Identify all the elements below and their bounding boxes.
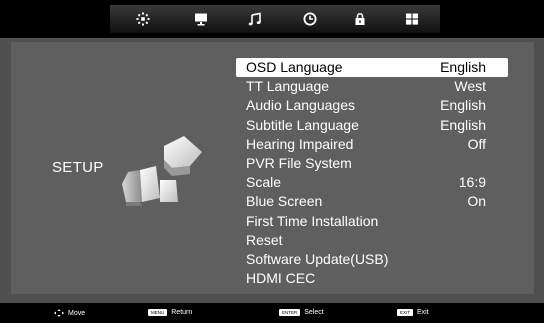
menu-item-first-time-installation[interactable]: First Time Installation (236, 212, 508, 231)
menu-item-audio-languages[interactable]: Audio Languages English (236, 96, 508, 115)
picture-icon (136, 12, 150, 26)
tab-sound[interactable] (231, 5, 279, 33)
tab-strip (110, 5, 440, 33)
menu-item-label: Scale (246, 174, 282, 191)
tab-setup[interactable] (388, 5, 436, 33)
menu-item-blue-screen[interactable]: Blue Screen On (236, 192, 508, 211)
clock-icon (303, 12, 317, 26)
hint-exit-label: Exit (417, 309, 429, 316)
menu-item-label: TT Language (246, 78, 330, 95)
menu-item-tt-language[interactable]: TT Language West (236, 77, 508, 96)
menu-item-osd-language[interactable]: OSD Language English (236, 58, 508, 78)
hint-move-label: Move (68, 309, 86, 317)
hint-move: Move (54, 309, 85, 317)
menu-item-value: English (440, 116, 486, 133)
menu-item-value: English (440, 59, 486, 75)
menu-item-label: OSD Language (246, 59, 343, 75)
hint-select-label: Select (304, 309, 324, 316)
menu-item-subtitle-language[interactable]: Subtitle Language English (236, 116, 508, 135)
setup-grid-icon (406, 13, 418, 25)
tab-lock[interactable] (336, 5, 384, 33)
tv-osd-screen: SETUP OSD Language English TT Language West… (0, 0, 544, 323)
top-menu-bar (0, 0, 544, 38)
menu-item-reset[interactable]: Reset (236, 231, 508, 250)
menu-item-software-update-usb[interactable]: Software Update(USB) (236, 250, 508, 269)
exit-key: EXIT (397, 309, 414, 316)
menu-item-label: PVR File System (246, 154, 352, 171)
enter-key: ENTER (279, 309, 301, 316)
menu-item-label: Reset (246, 231, 283, 248)
hint-return-label: Return (171, 309, 193, 316)
menu-item-value: Off (467, 135, 486, 152)
hint-return: MENU Return (148, 309, 192, 316)
menu-item-value: West (454, 78, 486, 95)
tab-time[interactable] (286, 5, 334, 33)
menu-item-label: HDMI CEC (246, 270, 316, 287)
lock-icon (355, 12, 365, 25)
tab-picture[interactable] (119, 5, 167, 33)
hint-exit: EXIT Exit (397, 309, 429, 316)
setup-blocks-icon (122, 136, 202, 206)
menu-item-label: Blue Screen (246, 193, 323, 210)
settings-menu: OSD Language English TT Language West Audio … (236, 58, 508, 288)
four-way-arrow-icon (54, 309, 64, 317)
hint-select: ENTER Select (279, 309, 324, 316)
menu-item-value: English (440, 97, 486, 114)
menu-item-label: Audio Languages (246, 97, 355, 114)
menu-item-scale[interactable]: Scale 16:9 (236, 173, 508, 192)
tv-screen-icon (195, 13, 207, 26)
menu-item-value: On (467, 193, 486, 210)
menu-item-pvr-file-system[interactable]: PVR File System (236, 154, 508, 173)
tab-screen[interactable] (177, 5, 225, 33)
menu-key: MENU (148, 309, 168, 316)
music-note-icon (248, 12, 261, 26)
menu-item-label: First Time Installation (246, 212, 379, 229)
menu-item-label: Subtitle Language (246, 116, 359, 133)
menu-item-value: 16:9 (458, 174, 486, 191)
key-hint-bar: Move MENU Return ENTER Select EXIT Exit (0, 303, 544, 323)
menu-item-hearing-impaired[interactable]: Hearing Impaired Off (236, 135, 508, 154)
menu-item-label: Software Update(USB) (246, 250, 389, 267)
menu-item-hdmi-cec[interactable]: HDMI CEC (236, 269, 508, 288)
menu-item-label: Hearing Impaired (246, 135, 354, 152)
section-title: SETUP (52, 159, 104, 176)
